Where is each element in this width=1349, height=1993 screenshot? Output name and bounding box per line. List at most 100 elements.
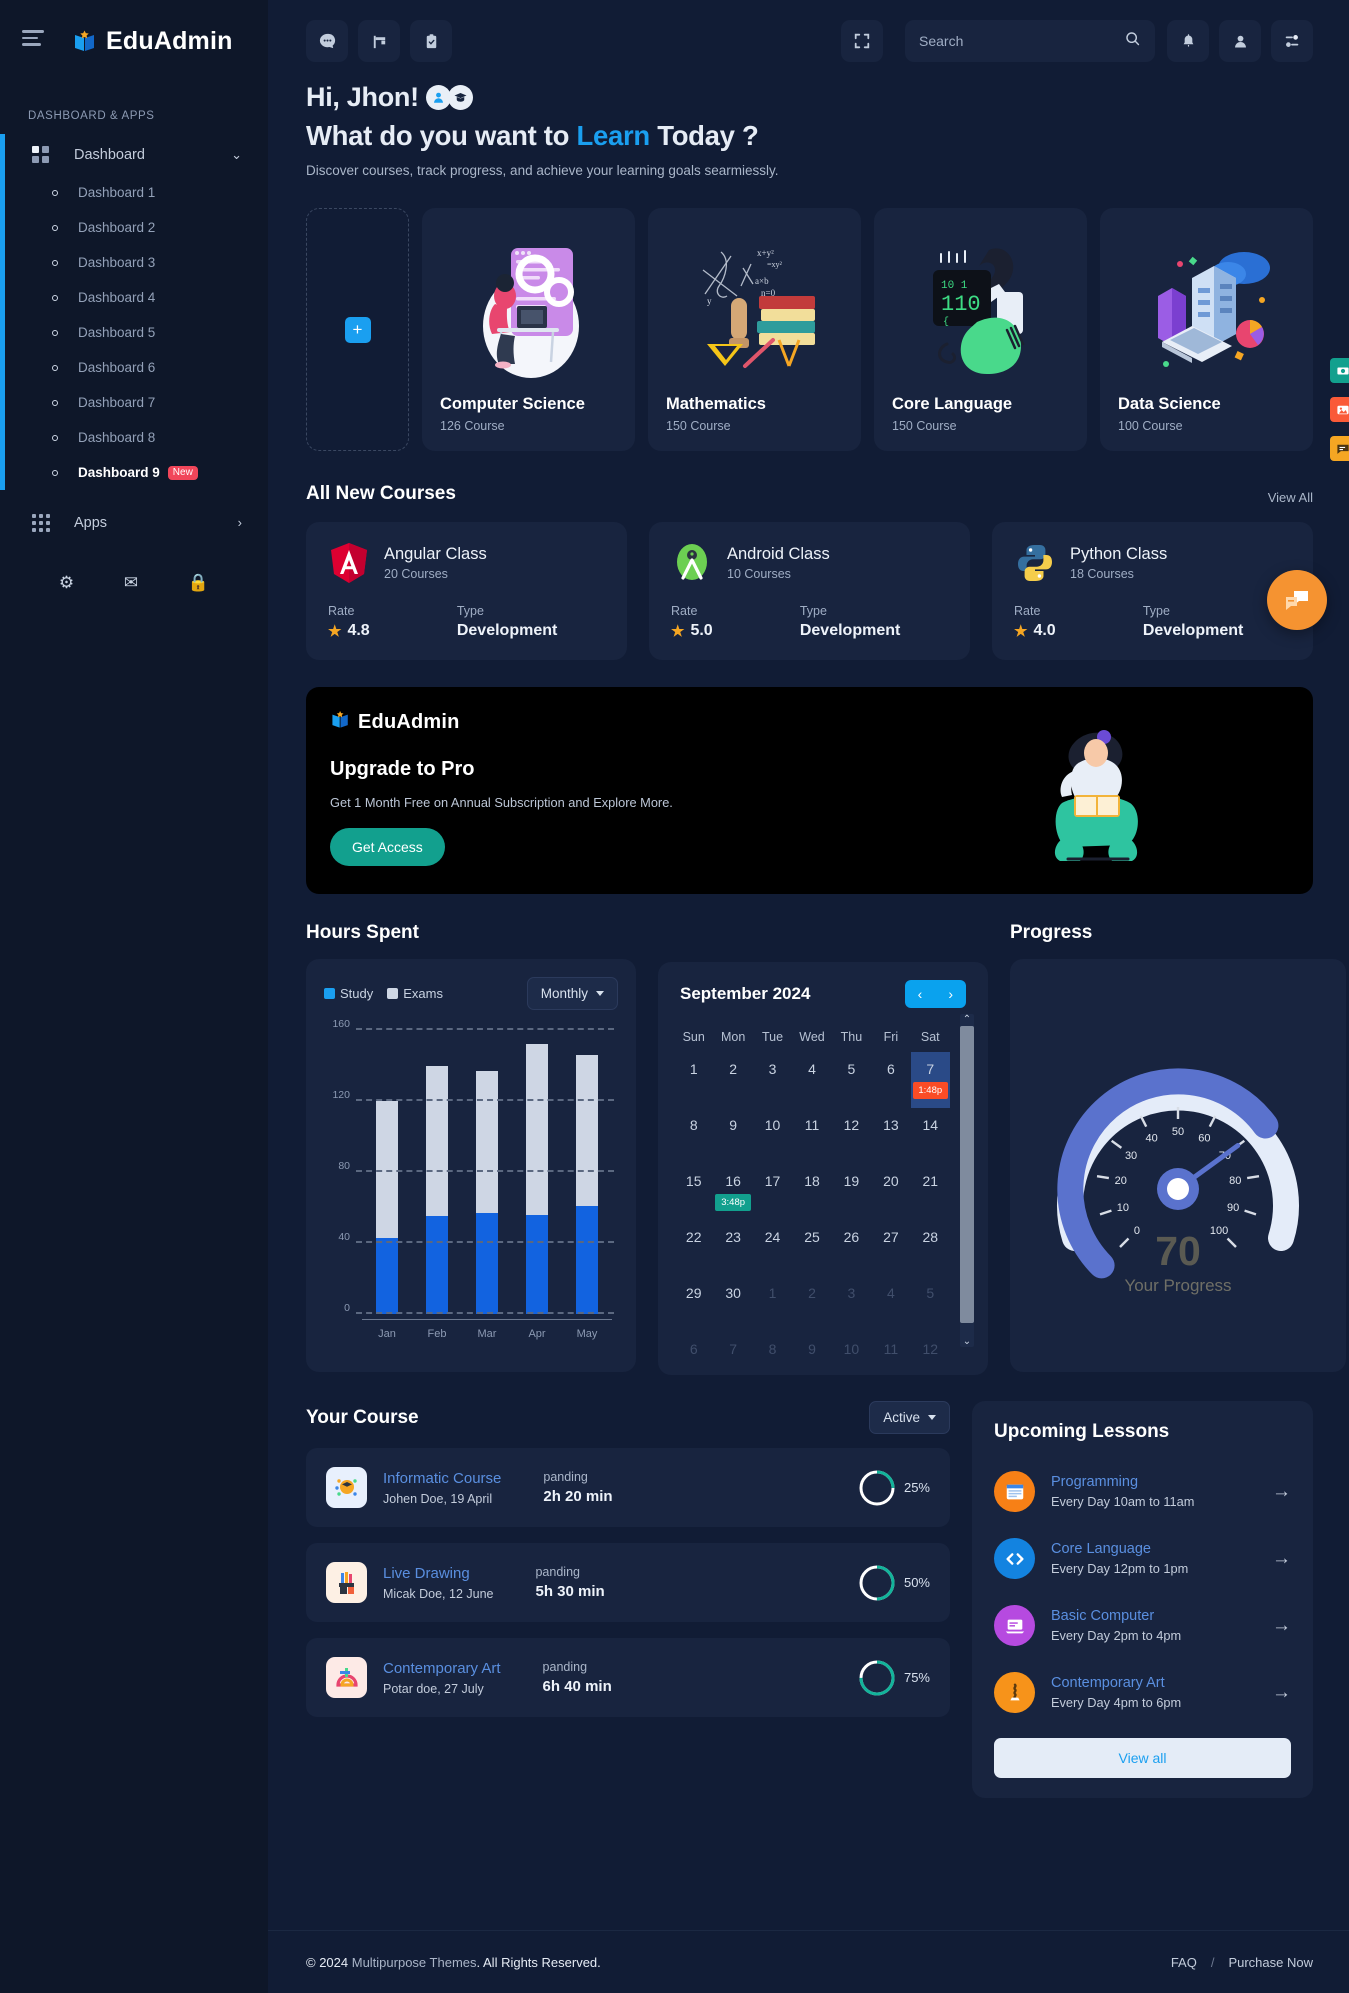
search-icon[interactable] — [1124, 30, 1141, 52]
course-card-angular[interactable]: Angular Class 20 Courses Rate ★4.8 Type … — [306, 522, 627, 660]
sidebar-subitem-1[interactable]: Dashboard 1 — [0, 175, 268, 210]
calendar-day[interactable]: 5 — [832, 1052, 871, 1108]
sidebar-subitem-4[interactable]: Dashboard 4 — [0, 280, 268, 315]
sidebar-item-dashboard[interactable]: Dashboard ⌄ — [0, 134, 268, 175]
course-filter-dropdown[interactable]: Active — [869, 1401, 950, 1434]
calendar-day[interactable]: 1 — [674, 1052, 713, 1108]
course-row-name[interactable]: Live Drawing — [383, 1565, 493, 1582]
calendar-day[interactable]: 1 — [753, 1276, 792, 1332]
calendar-day[interactable]: 3 — [832, 1276, 871, 1332]
calendar-day[interactable]: 4 — [871, 1276, 910, 1332]
calendar-day[interactable]: 11 — [871, 1332, 910, 1388]
gear-icon[interactable]: ⚙ — [59, 573, 74, 593]
scroll-down-icon[interactable]: ⌄ — [960, 1336, 974, 1347]
envelope-icon[interactable]: ✉ — [124, 573, 138, 593]
arrow-right-icon[interactable]: → — [1272, 1548, 1291, 1570]
search-box[interactable] — [905, 20, 1155, 62]
footer-link-faq[interactable]: FAQ — [1171, 1955, 1197, 1970]
category-card-data-science[interactable]: Data Science 100 Course — [1100, 208, 1313, 451]
chevron-down-icon[interactable]: ⌄ — [231, 147, 242, 163]
settings-sliders-icon[interactable] — [1271, 20, 1313, 62]
calendar-day[interactable]: 17 — [753, 1164, 792, 1220]
sidebar-item-apps[interactable]: Apps › — [0, 502, 268, 543]
calendar-day[interactable]: 19 — [832, 1164, 871, 1220]
category-card-mathematics[interactable]: x+y² =xy² a×b n=0 y — [648, 208, 861, 451]
calendar-day[interactable]: 6 — [674, 1332, 713, 1388]
clipboard-check-icon[interactable] — [410, 20, 452, 62]
calendar-day[interactable]: 9 — [792, 1332, 831, 1388]
calendar-day[interactable]: 2 — [713, 1052, 752, 1108]
calendar-day[interactable]: 12 — [832, 1108, 871, 1164]
footer-link-purchase[interactable]: Purchase Now — [1228, 1955, 1313, 1970]
calendar-day[interactable]: 9 — [713, 1108, 752, 1164]
calendar-day[interactable]: 13 — [871, 1108, 910, 1164]
calendar-day[interactable]: 25 — [792, 1220, 831, 1276]
chat-icon[interactable] — [306, 20, 348, 62]
upcoming-lesson-row[interactable]: Core LanguageEvery Day 12pm to 1pm→ — [994, 1525, 1291, 1592]
calendar-day[interactable]: 5 — [911, 1276, 950, 1332]
calendar-day[interactable]: 12 — [911, 1332, 950, 1388]
calendar-day[interactable]: 18 — [792, 1164, 831, 1220]
calendar-day[interactable]: 21 — [911, 1164, 950, 1220]
lesson-name[interactable]: Core Language — [1051, 1541, 1188, 1557]
calendar-prev-button[interactable]: ‹ — [905, 980, 936, 1008]
calendar-day[interactable]: 7 — [713, 1332, 752, 1388]
your-course-row[interactable]: Live DrawingMicak Doe, 12 Junepanding5h … — [306, 1543, 950, 1622]
calendar-next-button[interactable]: › — [935, 980, 966, 1008]
scrollbar-thumb[interactable] — [960, 1026, 974, 1323]
category-card-computer-science[interactable]: Computer Science 126 Course — [422, 208, 635, 451]
lesson-name[interactable]: Basic Computer — [1051, 1608, 1181, 1624]
course-card-python[interactable]: Python Class 18 Courses Rate ★4.0 Type D… — [992, 522, 1313, 660]
user-icon[interactable] — [1219, 20, 1261, 62]
calendar-day[interactable]: 28 — [911, 1220, 950, 1276]
calendar-day[interactable]: 20 — [871, 1164, 910, 1220]
calendar-day[interactable]: 29 — [674, 1276, 713, 1332]
calendar-day[interactable]: 3 — [753, 1052, 792, 1108]
sidebar-subitem-5[interactable]: Dashboard 5 — [0, 315, 268, 350]
course-row-name[interactable]: Informatic Course — [383, 1470, 501, 1487]
category-card-core-language[interactable]: 10 1 110 { Core Language 150 Course — [874, 208, 1087, 451]
calendar-day[interactable]: 30 — [713, 1276, 752, 1332]
calendar-day[interactable]: 11 — [792, 1108, 831, 1164]
calendar-day[interactable]: 10 — [832, 1332, 871, 1388]
lesson-name[interactable]: Programming — [1051, 1474, 1194, 1490]
your-course-row[interactable]: Informatic CourseJohen Doe, 19 Aprilpand… — [306, 1448, 950, 1527]
upcoming-lesson-row[interactable]: ProgrammingEvery Day 10am to 11am→ — [994, 1458, 1291, 1525]
calendar-day[interactable]: 2 — [792, 1276, 831, 1332]
camera-icon[interactable] — [1330, 358, 1349, 383]
calendar-day[interactable]: 23 — [713, 1220, 752, 1276]
calendar-day[interactable]: 14 — [911, 1108, 950, 1164]
calendar-event[interactable]: 1:48p — [913, 1082, 948, 1099]
calendar-scrollbar[interactable]: ⌃ ⌄ — [960, 1014, 974, 1347]
arrow-right-icon[interactable]: → — [1272, 1481, 1291, 1503]
calendar-day[interactable]: 71:48p — [911, 1052, 950, 1108]
calendar-day[interactable]: 22 — [674, 1220, 713, 1276]
course-row-name[interactable]: Contemporary Art — [383, 1660, 501, 1677]
sidebar-subitem-3[interactable]: Dashboard 3 — [0, 245, 268, 280]
calendar-day[interactable]: 4 — [792, 1052, 831, 1108]
arrow-right-icon[interactable]: → — [1272, 1615, 1291, 1637]
search-input[interactable] — [919, 33, 1124, 49]
calendar-event[interactable]: 3:48p — [715, 1194, 750, 1211]
calendar-day[interactable]: 8 — [674, 1108, 713, 1164]
calendar-day[interactable]: 24 — [753, 1220, 792, 1276]
lock-icon[interactable]: 🔒 — [188, 573, 209, 593]
sidebar-subitem-7[interactable]: Dashboard 7 — [0, 385, 268, 420]
comment-icon[interactable] — [1330, 436, 1349, 461]
calendar-day[interactable]: 15 — [674, 1164, 713, 1220]
chat-bubble-fab[interactable] — [1267, 570, 1327, 630]
image-icon[interactable] — [1330, 397, 1349, 422]
sidebar-subitem-9[interactable]: Dashboard 9New — [0, 455, 268, 490]
hamburger-icon[interactable] — [22, 30, 46, 50]
upcoming-lesson-row[interactable]: Contemporary ArtEvery Day 4pm to 6pm→ — [994, 1659, 1291, 1726]
calendar-day[interactable]: 8 — [753, 1332, 792, 1388]
arrow-right-icon[interactable]: → — [1272, 1682, 1291, 1704]
sidebar-subitem-6[interactable]: Dashboard 6 — [0, 350, 268, 385]
get-access-button[interactable]: Get Access — [330, 828, 445, 866]
calendar-day[interactable]: 10 — [753, 1108, 792, 1164]
flag-icon[interactable] — [358, 20, 400, 62]
scroll-up-icon[interactable]: ⌃ — [960, 1014, 974, 1025]
calendar-day[interactable]: 27 — [871, 1220, 910, 1276]
calendar-day[interactable]: 6 — [871, 1052, 910, 1108]
calendar-day[interactable]: 26 — [832, 1220, 871, 1276]
